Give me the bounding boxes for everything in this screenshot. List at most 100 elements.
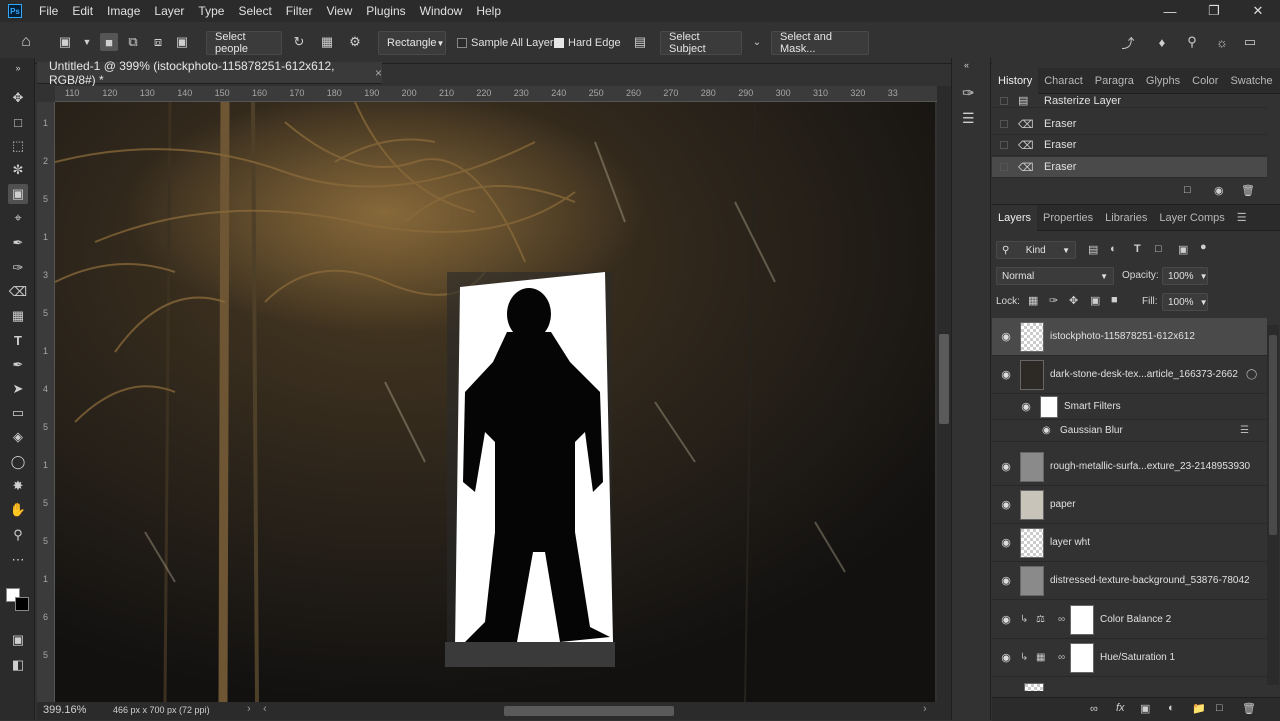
screen-mode-icon[interactable]: ◧ [8, 655, 28, 675]
close-window-icon[interactable]: ✕ [1236, 0, 1280, 22]
workspace-icon[interactable]: ▭ [1241, 33, 1259, 51]
filter-kind-select[interactable]: ⚲ Kind ▼ [996, 241, 1076, 259]
object-finder-icon[interactable]: ▦ [318, 33, 336, 51]
document-tab[interactable]: Untitled-1 @ 399% (istockphoto-115878251… [37, 59, 382, 87]
hand-tool-icon[interactable]: ✋ [8, 500, 28, 520]
object-selection-tool-icon[interactable]: ▣ [8, 184, 28, 204]
restore-icon[interactable]: ❐ [1192, 0, 1236, 22]
eye-icon[interactable]: ◉ [992, 536, 1020, 549]
bell-icon[interactable]: ♦ [1153, 33, 1171, 51]
new-layer-icon[interactable]: □ [1216, 702, 1223, 714]
adjustment-layer-row[interactable]: ◉ ↳ ⚖ ∞ Color Balance 2 [992, 601, 1267, 639]
select-subject-button[interactable]: Select Subject [660, 31, 742, 55]
new-document-from-state-icon[interactable]: □ [1184, 184, 1191, 196]
intersect-selection-icon[interactable]: ▣ [173, 33, 191, 51]
filter-toggle-icon[interactable]: ● [1200, 241, 1207, 253]
home-icon[interactable]: ⌂ [17, 33, 35, 51]
eye-icon[interactable]: ◉ [992, 330, 1020, 343]
eyedropper-tool-icon[interactable]: ✒ [8, 233, 28, 253]
layer-row[interactable]: ◉ istockphoto-115878251-612x612 [992, 318, 1267, 356]
link-layers-icon[interactable]: ∞ [1090, 703, 1098, 715]
folder-icon[interactable]: 📁 [1192, 702, 1206, 715]
chevron-down-icon[interactable]: ⌄ [748, 33, 766, 51]
trash-icon[interactable]: 🗑 [1242, 702, 1256, 715]
smart-object-filter-icon[interactable]: ▣ [1178, 243, 1188, 256]
quick-mask-icon[interactable]: ▣ [8, 630, 28, 650]
camera-icon[interactable]: ◉ [1214, 184, 1224, 197]
close-icon[interactable]: × [375, 66, 382, 80]
pen-tool-icon[interactable]: ✒ [8, 355, 28, 375]
more-tools-icon[interactable]: ⋯ [8, 550, 28, 570]
history-source-box[interactable] [1000, 163, 1008, 171]
menu-window[interactable]: Window [413, 4, 470, 18]
history-source-box[interactable] [1000, 120, 1008, 128]
menu-select[interactable]: Select [231, 4, 278, 18]
history-item[interactable]: ▤ Rasterize Layer [992, 94, 1267, 108]
scroll-thumb[interactable] [1269, 335, 1277, 535]
type-filter-icon[interactable]: T [1134, 243, 1141, 255]
zoom-tool-icon[interactable]: ⚲ [8, 525, 28, 545]
opacity-input[interactable]: 100% ▼ [1162, 267, 1208, 285]
layer-row-partial[interactable] [992, 677, 1267, 691]
eye-icon[interactable]: ◉ [992, 613, 1020, 626]
tab-color[interactable]: Color [1186, 68, 1224, 94]
tab-libraries[interactable]: Libraries [1099, 205, 1153, 231]
chevron-down-icon[interactable]: ▼ [78, 33, 96, 51]
menu-help[interactable]: Help [469, 4, 508, 18]
lock-all-icon[interactable]: ■ [1111, 294, 1118, 306]
mode-select[interactable]: Rectangle ▼ [378, 31, 446, 55]
history-source-box[interactable] [1000, 141, 1008, 149]
adjustments-icon[interactable]: ☰ [962, 110, 975, 127]
select-and-mask-button[interactable]: Select and Mask... [771, 31, 869, 55]
search-icon[interactable]: ⚲ [1183, 33, 1201, 51]
artboard-tool-icon[interactable]: □ [8, 112, 28, 132]
blend-mode-select[interactable]: Normal ▼ [996, 267, 1114, 285]
history-item[interactable]: ⌫ Eraser [992, 135, 1267, 156]
canvas[interactable] [55, 102, 935, 702]
eraser-tool-icon[interactable]: ⌫ [8, 282, 28, 302]
eye-icon[interactable]: ◉ [992, 460, 1020, 473]
chevron-right-icon[interactable]: › [923, 703, 927, 715]
horizontal-scroll-thumb[interactable] [504, 706, 674, 716]
tab-glyphs[interactable]: Glyphs [1140, 68, 1186, 94]
chevron-right-icon[interactable]: › [247, 703, 251, 715]
layer-row[interactable]: ◉ layer wht [992, 524, 1267, 562]
tab-history[interactable]: History [992, 67, 1039, 94]
history-item-current[interactable]: ⌫ Eraser [992, 157, 1267, 178]
tool-preset-icon[interactable]: ▣ [56, 33, 74, 51]
adjustment-layer-row[interactable]: ◉ ↳ ▦ ∞ Hue/Saturation 1 [992, 639, 1267, 677]
vertical-scrollbar[interactable] [937, 86, 951, 702]
chevron-left-icon[interactable]: ‹ [263, 703, 267, 715]
shape-filter-icon[interactable]: □ [1155, 243, 1162, 255]
lock-artboard-icon[interactable]: ▣ [1090, 294, 1100, 307]
history-source-box[interactable] [1000, 96, 1008, 105]
menu-plugins[interactable]: Plugins [359, 4, 412, 18]
trash-icon[interactable]: 🗑 [1241, 184, 1255, 197]
minimize-icon[interactable]: — [1148, 0, 1192, 22]
layer-row[interactable]: ◉ rough-metallic-surfa...exture_23-21489… [992, 448, 1267, 486]
history-item[interactable]: ⌫ Eraser [992, 114, 1267, 135]
new-selection-icon[interactable]: ■ [100, 33, 118, 51]
collapse-icon[interactable]: « [964, 60, 969, 70]
select-people-button[interactable]: Select people [206, 31, 282, 55]
new-adjustment-icon[interactable]: ◐ [1168, 702, 1175, 714]
paint-bucket-tool-icon[interactable]: ◈ [8, 427, 28, 447]
sample-icon[interactable]: ▤ [631, 33, 649, 51]
subtract-selection-icon[interactable]: ⧈ [149, 33, 167, 51]
tab-properties[interactable]: Properties [1037, 205, 1099, 231]
tab-layer-comps[interactable]: Layer Comps [1153, 205, 1230, 231]
brush-tool-icon[interactable]: ✑ [8, 258, 28, 278]
background-color-swatch[interactable] [15, 597, 29, 611]
hard-edge-checkbox[interactable]: Hard Edge [554, 37, 621, 49]
layer-row[interactable]: ◉ distressed-texture-background_53876-78… [992, 562, 1267, 600]
panel-menu-icon[interactable]: ☰ [1231, 205, 1253, 231]
lock-transparency-icon[interactable]: ▦ [1028, 294, 1038, 307]
eye-icon[interactable]: ◉ [1012, 400, 1040, 413]
scroll-thumb[interactable] [939, 334, 949, 424]
lasso-tool-icon[interactable]: ✼ [8, 160, 28, 180]
layer-row[interactable]: ◉ dark-stone-desk-tex...article_166373-2… [992, 356, 1267, 394]
tab-paragraph[interactable]: Paragra [1089, 68, 1140, 94]
layer-row[interactable]: ◉ paper [992, 486, 1267, 524]
eye-icon[interactable]: ◉ [992, 574, 1020, 587]
move-tool-icon[interactable]: ✥ [8, 88, 28, 108]
